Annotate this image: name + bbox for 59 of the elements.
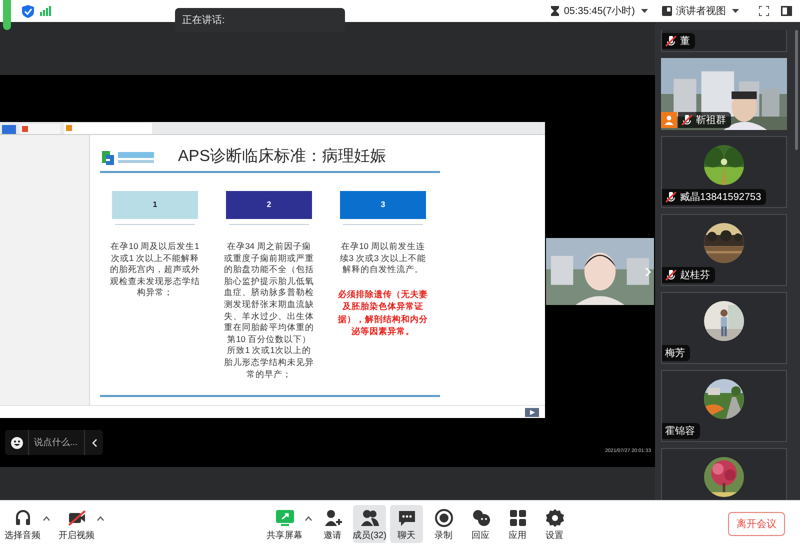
chevron-left-icon <box>92 438 96 446</box>
caret-up-icon[interactable] <box>43 516 50 521</box>
number-box: 3 <box>340 191 426 219</box>
toolbar-button[interactable]: 录制 <box>427 505 460 543</box>
slide-paragraph: 在孕10 周及以后发生1 次或1 次以上不能解释的胎死宫内，超声或外观检查未发现形态学结构异常； <box>110 241 200 299</box>
headset-icon <box>14 508 32 526</box>
participant-name: 靳祖群 <box>696 114 726 128</box>
emoji-icon <box>472 508 490 526</box>
toolbar-button[interactable]: 成员(32) <box>353 505 386 543</box>
toolbar-button[interactable]: 设置 <box>538 505 571 543</box>
add-person-icon <box>324 508 342 526</box>
chevron-right-icon[interactable] <box>645 267 651 277</box>
chat-input-field[interactable]: 说点什么... <box>29 430 84 455</box>
toolbar-button[interactable]: 开启视频 <box>60 505 93 543</box>
leave-meeting-button[interactable]: 离开会议 <box>728 512 785 536</box>
camera-off-icon <box>68 508 86 526</box>
slide-title: APS诊断临床标准：病理妊娠 <box>178 147 386 167</box>
view-mode-button[interactable]: 演讲者视图 <box>676 4 726 18</box>
toolbar-button[interactable]: 回应 <box>464 505 497 543</box>
toolbar-button[interactable]: 聊天 <box>390 505 423 543</box>
hourglass-icon <box>550 6 559 16</box>
caret-up-icon[interactable] <box>97 516 104 521</box>
audio-level-indicator <box>3 0 11 30</box>
participant-name: 梅芳 <box>665 346 685 360</box>
record-icon <box>434 508 452 526</box>
caret-up-icon[interactable] <box>305 516 312 521</box>
number-box: 2 <box>226 191 312 219</box>
slideshow-play-icon[interactable] <box>525 408 539 416</box>
participant-name: 臧晶13841592753 <box>680 190 762 204</box>
chat-bubble-icon <box>398 508 416 526</box>
toolbar-button[interactable]: 应用 <box>501 505 534 543</box>
scrollbar[interactable] <box>795 30 798 150</box>
caret-down-icon[interactable] <box>732 9 739 13</box>
people-icon <box>360 508 378 526</box>
participant-name: 赵桂芬 <box>680 268 710 282</box>
slide-paragraph: 在孕34 周之前因子痫或重度子痫前期或严重的胎盘功能不全（包括胎心监护提示胎儿低氧血症、脐动脉多普勒检测发现舒张末期血流缺失、羊水过少、出生体重在同胎龄平均体重的第10 百分位数以下）所致1 次或1次以上的胎儿形态学结构未见异常的早产； <box>224 241 314 380</box>
sidebar-toggle-icon[interactable] <box>781 6 792 16</box>
participant-name: 董 <box>680 34 690 48</box>
fullscreen-icon[interactable] <box>759 6 769 16</box>
meeting-timer: 05:35:45(7小时) <box>564 4 635 18</box>
screen-share-icon <box>276 508 294 526</box>
layout-icon <box>662 6 672 16</box>
toolbar-button[interactable]: 邀请 <box>316 505 349 543</box>
emoji-button[interactable] <box>5 430 29 455</box>
emoji-icon <box>10 436 22 448</box>
number-box: 1 <box>112 191 198 219</box>
toolbar-button[interactable]: 选择音频 <box>6 505 39 543</box>
collapse-button[interactable] <box>84 430 103 455</box>
participant-name: 霍锦容 <box>665 424 695 438</box>
signal-icon <box>40 6 51 16</box>
slide-warning-text: 必须排除遗传（无夫妻及胚胎染色体异常证据），解剖结构和内分泌等因素异常。 <box>338 288 428 338</box>
toolbar-button[interactable]: 共享屏幕 <box>268 505 301 543</box>
slide-paragraph: 在孕10 周以前发生连续3 次或3 次以上不能解释的自发性流产。 <box>338 241 428 276</box>
settings-icon <box>546 508 564 526</box>
speaking-label: 正在讲话: <box>182 14 225 28</box>
host-badge <box>661 112 677 128</box>
caret-down-icon[interactable] <box>641 9 648 13</box>
apps-grid-icon <box>508 508 526 526</box>
shield-icon <box>22 4 34 18</box>
